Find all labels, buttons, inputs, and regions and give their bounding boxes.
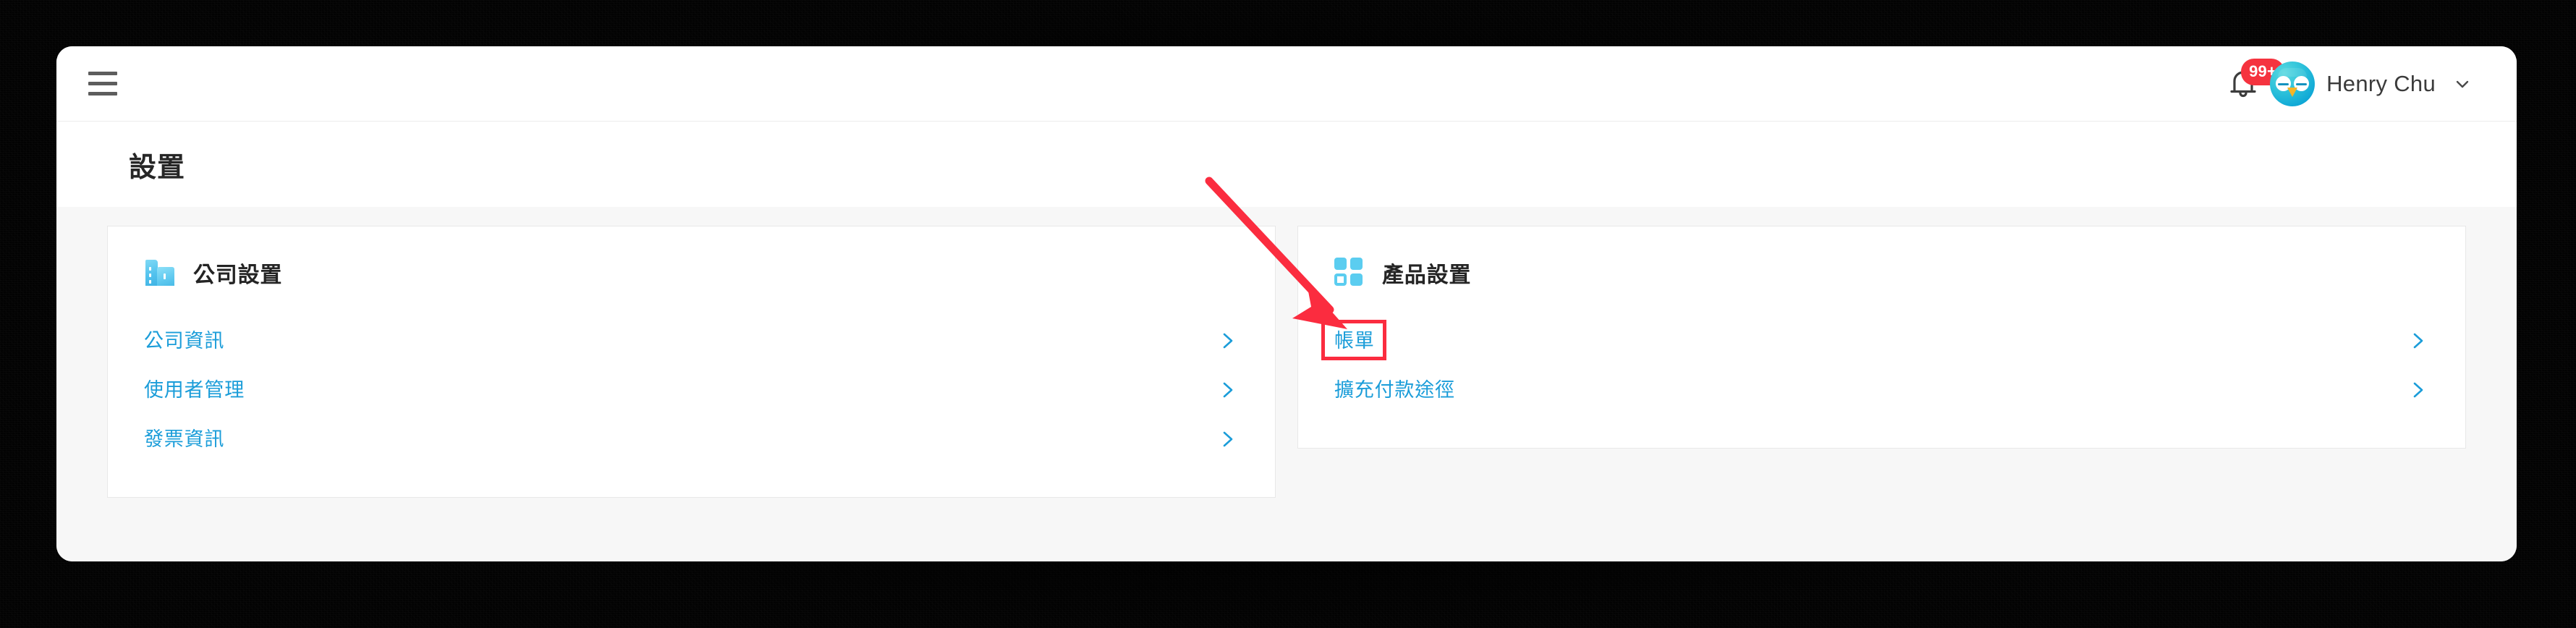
chevron-right-icon [1219, 379, 1237, 401]
hamburger-line [88, 72, 117, 75]
settings-row-expand-payment-methods[interactable]: 擴充付款途徑 [1298, 374, 2465, 406]
building-tower-right [157, 267, 174, 286]
settings-row-invoice-info[interactable]: 發票資訊 [108, 423, 1275, 455]
card-title: 產品設置 [1382, 263, 1472, 287]
settings-row-label: 發票資訊 [144, 428, 225, 450]
hamburger-menu-icon[interactable] [88, 69, 124, 98]
grid-square [1350, 258, 1363, 270]
grid-square [1334, 258, 1347, 270]
notifications-button[interactable]: 99+ [2221, 58, 2285, 106]
chevron-down-icon [2456, 80, 2469, 88]
chevron-right-icon [2409, 379, 2428, 401]
hamburger-line [88, 82, 117, 85]
user-name-label: Henry Chu [2326, 70, 2436, 96]
user-menu-chevron-down-icon[interactable] [2452, 73, 2473, 95]
chevron-right-glyph [2413, 333, 2423, 349]
settings-row-user-management[interactable]: 使用者管理 [108, 374, 1275, 406]
chevron-right-glyph [1223, 431, 1233, 447]
app-window: 99+ Henry Chu 設置 公司設置 公司資訊 使用者管理 發票資訊 產品… [56, 46, 2517, 561]
top-navigation-bar: 99+ Henry Chu [56, 46, 2517, 122]
user-avatar[interactable] [2270, 61, 2316, 106]
hamburger-line [88, 92, 117, 96]
settings-row-label: 帳單 [1334, 329, 1375, 352]
chevron-right-glyph [1223, 382, 1233, 398]
settings-row-label: 擴充付款途徑 [1334, 378, 1455, 401]
card-header: 產品設置 [1298, 226, 2465, 289]
building-icon [144, 257, 176, 289]
grid-icon [1334, 258, 1365, 288]
card-title: 公司設置 [193, 263, 283, 287]
page-title: 設置 [129, 152, 186, 183]
card-header: 公司設置 [108, 226, 1275, 289]
company-settings-card: 公司設置 公司資訊 使用者管理 發票資訊 [107, 226, 1276, 498]
grid-square-outline [1334, 273, 1347, 286]
settings-content: 公司設置 公司資訊 使用者管理 發票資訊 產品設置 帳單 擴充付款途徑 [56, 207, 2517, 561]
avatar-beak [2287, 87, 2298, 97]
chevron-right-icon [1219, 330, 1237, 352]
chevron-right-glyph [1223, 333, 1233, 349]
settings-row-billing[interactable]: 帳單 [1298, 320, 2465, 360]
avatar-brow [2278, 67, 2308, 77]
chevron-right-icon [1219, 428, 1237, 450]
chevron-right-glyph [2413, 382, 2423, 398]
settings-row-label: 公司資訊 [144, 329, 225, 352]
chevron-right-icon [2409, 330, 2428, 352]
grid-square [1350, 273, 1363, 286]
building-window [149, 280, 151, 284]
building-window [149, 273, 151, 277]
settings-row-label: 使用者管理 [144, 378, 245, 401]
page-title-band: 設置 [56, 122, 2517, 207]
building-window [149, 267, 151, 271]
building-window [164, 273, 166, 279]
product-settings-card: 產品設置 帳單 擴充付款途徑 [1297, 226, 2466, 449]
settings-row-company-info[interactable]: 公司資訊 [108, 325, 1275, 357]
building-tower-left [145, 260, 158, 286]
user-area: 99+ Henry Chu [2221, 46, 2517, 121]
